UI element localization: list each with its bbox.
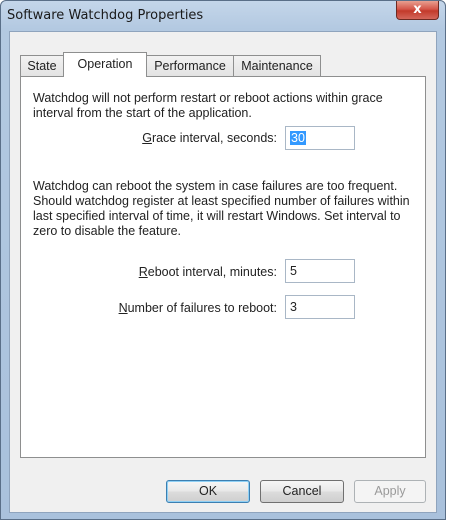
failures-accel-key: N bbox=[118, 301, 128, 315]
reboot-label-text: eboot interval, minutes: bbox=[147, 265, 277, 279]
close-button[interactable]: x bbox=[396, 1, 439, 20]
grace-description: Watchdog will not perform restart or reb… bbox=[33, 91, 383, 120]
tab-performance[interactable]: Performance bbox=[146, 55, 234, 76]
operation-panel: Watchdog will not perform restart or reb… bbox=[20, 76, 426, 458]
tab-state[interactable]: State bbox=[20, 55, 64, 76]
ok-button[interactable]: OK bbox=[166, 480, 250, 503]
properties-window: Software Watchdog Properties x State Ope… bbox=[0, 0, 446, 520]
close-icon: x bbox=[413, 2, 422, 17]
tab-operation[interactable]: Operation bbox=[63, 52, 147, 77]
cancel-button[interactable]: Cancel bbox=[260, 480, 344, 503]
grace-interval-label: Grace interval, seconds: bbox=[81, 131, 277, 145]
failures-input[interactable]: 3 bbox=[285, 295, 355, 319]
reboot-interval-input[interactable]: 5 bbox=[285, 259, 355, 283]
grace-interval-value: 30 bbox=[290, 131, 306, 145]
grace-label-text: race interval, seconds: bbox=[151, 131, 277, 145]
window-title: Software Watchdog Properties bbox=[7, 8, 204, 23]
reboot-interval-label: Reboot interval, minutes: bbox=[81, 265, 277, 279]
reboot-interval-value: 5 bbox=[290, 264, 297, 278]
dialog-client-area: State Operation Performance Maintenance … bbox=[9, 31, 437, 513]
grace-interval-input[interactable]: 30 bbox=[285, 126, 355, 150]
reboot-accel-key: R bbox=[138, 265, 148, 279]
failures-label-text: umber of failures to reboot: bbox=[127, 301, 277, 315]
grace-accel-key: G bbox=[142, 131, 152, 145]
failures-value: 3 bbox=[290, 300, 297, 314]
apply-button[interactable]: Apply bbox=[354, 480, 426, 503]
title-bar[interactable]: Software Watchdog Properties x bbox=[1, 1, 445, 31]
tab-maintenance[interactable]: Maintenance bbox=[233, 55, 321, 76]
reboot-description: Watchdog can reboot the system in case f… bbox=[33, 179, 410, 238]
failures-label: Number of failures to reboot: bbox=[81, 301, 277, 315]
